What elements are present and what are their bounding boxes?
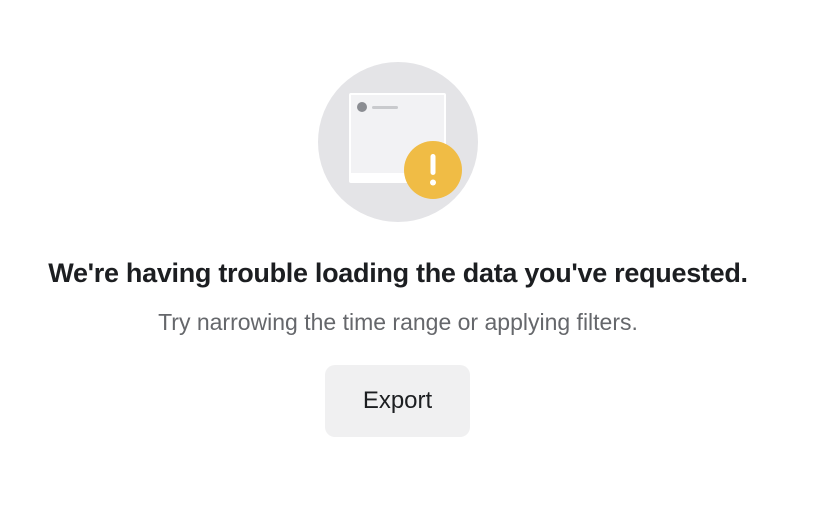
export-button[interactable]: Export — [325, 365, 470, 437]
warning-icon — [404, 141, 462, 199]
data-error-illustration — [318, 62, 478, 222]
placeholder-avatar-dot — [357, 102, 367, 112]
error-message: Try narrowing the time range or applying… — [158, 309, 638, 335]
exclamation-icon — [430, 154, 436, 186]
error-title: We're having trouble loading the data yo… — [48, 258, 748, 288]
placeholder-text-line — [372, 106, 398, 109]
